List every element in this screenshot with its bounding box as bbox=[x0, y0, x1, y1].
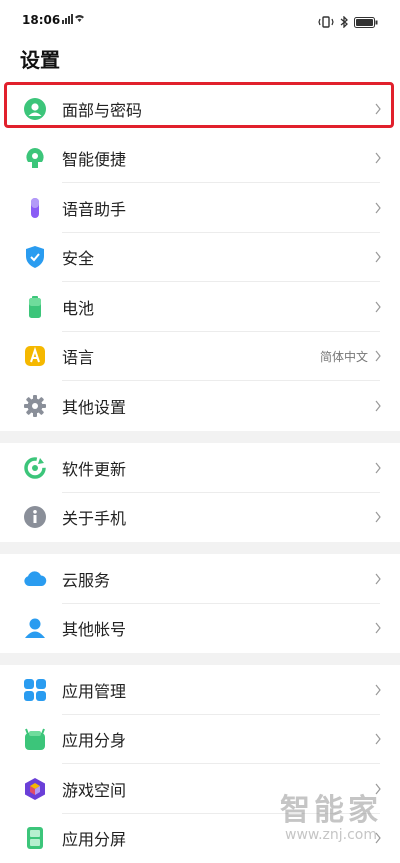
info-icon bbox=[22, 504, 48, 530]
item-label: 其他设置 bbox=[62, 394, 126, 418]
settings-item-other-accounts[interactable]: 其他帐号 bbox=[0, 604, 400, 654]
microphone-icon bbox=[22, 195, 48, 221]
watermark-title: 智能家 bbox=[280, 785, 382, 829]
shield-icon bbox=[22, 244, 48, 270]
item-label: 智能便捷 bbox=[62, 146, 126, 170]
chevron-right-icon bbox=[374, 622, 382, 634]
signal-icon bbox=[62, 13, 84, 24]
game-space-icon bbox=[22, 776, 48, 802]
settings-group-accounts: 云服务 其他帐号 bbox=[0, 554, 400, 653]
settings-item-cloud-service[interactable]: 云服务 bbox=[0, 554, 400, 604]
watermark: 智能家 www.znj.com bbox=[280, 785, 382, 843]
settings-item-battery[interactable]: 电池 bbox=[0, 282, 400, 332]
settings-item-language[interactable]: 语言 简体中文 bbox=[0, 332, 400, 382]
settings-item-smart-assist[interactable]: 智能便捷 bbox=[0, 134, 400, 184]
highlight-box bbox=[4, 82, 394, 128]
watermark-url: www.znj.com bbox=[280, 827, 382, 843]
chevron-right-icon bbox=[374, 462, 382, 474]
account-icon bbox=[22, 615, 48, 641]
bluetooth-icon bbox=[340, 13, 348, 32]
status-time: 18:06 bbox=[22, 13, 60, 27]
settings-item-app-clone[interactable]: 应用分身 bbox=[0, 715, 400, 765]
item-label: 关于手机 bbox=[62, 505, 126, 529]
item-label: 软件更新 bbox=[62, 456, 126, 480]
settings-item-app-management[interactable]: 应用管理 bbox=[0, 665, 400, 715]
chevron-right-icon bbox=[374, 350, 382, 362]
section-separator bbox=[0, 431, 400, 443]
item-label: 其他帐号 bbox=[62, 616, 126, 640]
item-label: 应用分屏 bbox=[62, 826, 126, 850]
item-label: 应用管理 bbox=[62, 678, 126, 702]
chevron-right-icon bbox=[374, 733, 382, 745]
section-separator bbox=[0, 653, 400, 665]
settings-item-voice-assistant[interactable]: 语音助手 bbox=[0, 183, 400, 233]
gear-icon bbox=[22, 393, 48, 419]
language-value: 简体中文 bbox=[320, 348, 368, 365]
item-label: 云服务 bbox=[62, 567, 110, 591]
split-screen-icon bbox=[22, 825, 48, 851]
update-icon bbox=[22, 455, 48, 481]
settings-item-about-phone[interactable]: 关于手机 bbox=[0, 493, 400, 543]
status-right-icons bbox=[318, 13, 378, 32]
language-icon bbox=[22, 343, 48, 369]
app-grid-icon bbox=[22, 677, 48, 703]
item-label: 语音助手 bbox=[62, 196, 126, 220]
chevron-right-icon bbox=[374, 400, 382, 412]
item-label: 安全 bbox=[62, 245, 94, 269]
settings-group-main: 面部与密码 智能便捷 语音助手 安全 电池 bbox=[0, 84, 400, 431]
chevron-right-icon bbox=[374, 152, 382, 164]
vibrate-icon bbox=[318, 13, 334, 32]
page-title: 设置 bbox=[20, 44, 60, 73]
item-label: 电池 bbox=[62, 295, 94, 319]
chevron-right-icon bbox=[374, 202, 382, 214]
item-label: 应用分身 bbox=[62, 727, 126, 751]
chevron-right-icon bbox=[374, 511, 382, 523]
section-separator bbox=[0, 542, 400, 554]
settings-item-security[interactable]: 安全 bbox=[0, 233, 400, 283]
cloud-icon bbox=[22, 566, 48, 592]
chevron-right-icon bbox=[374, 301, 382, 313]
status-bar: 18:06 bbox=[0, 0, 400, 40]
settings-group-system: 软件更新 关于手机 bbox=[0, 443, 400, 542]
chevron-right-icon bbox=[374, 573, 382, 585]
item-label: 游戏空间 bbox=[62, 777, 126, 801]
settings-item-other-settings[interactable]: 其他设置 bbox=[0, 381, 400, 431]
battery-status-icon bbox=[354, 13, 378, 32]
battery-icon bbox=[22, 294, 48, 320]
chevron-right-icon bbox=[374, 251, 382, 263]
app-clone-icon bbox=[22, 726, 48, 752]
settings-item-software-update[interactable]: 软件更新 bbox=[0, 443, 400, 493]
smart-assist-icon bbox=[22, 145, 48, 171]
item-label: 语言 bbox=[62, 344, 94, 368]
chevron-right-icon bbox=[374, 684, 382, 696]
